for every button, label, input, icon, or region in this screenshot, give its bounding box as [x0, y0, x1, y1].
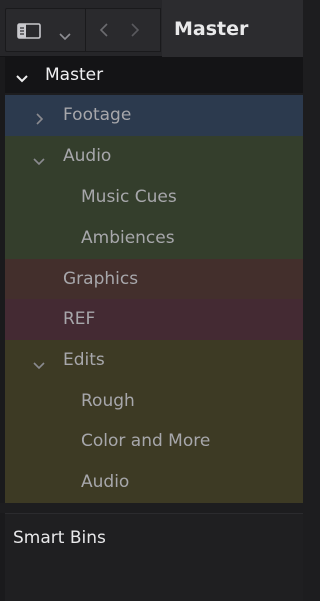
bin-label: Audio: [81, 472, 130, 492]
chevron-down-icon[interactable]: [15, 69, 29, 88]
bin-label: Rough: [81, 391, 135, 411]
bin-row-rough[interactable]: Rough: [5, 381, 303, 422]
bin-label: Graphics: [63, 269, 139, 289]
current-bin-title: Master: [174, 18, 249, 40]
bin-row-edits-audio[interactable]: Audio: [5, 462, 303, 503]
bin-row-audio[interactable]: Audio: [5, 136, 303, 177]
bin-row-color-and-more[interactable]: Color and More: [5, 421, 303, 462]
bin-row-ref[interactable]: REF: [5, 299, 303, 340]
bin-label: Music Cues: [81, 187, 177, 207]
bin-row-master[interactable]: Master: [5, 57, 303, 93]
bin-row-music-cues[interactable]: Music Cues: [5, 177, 303, 218]
view-toggle-group: [5, 8, 86, 52]
media-pool-bin-panel: Master Master Footage Audio Music Cues A…: [0, 0, 303, 601]
chevron-right-icon[interactable]: [130, 22, 140, 38]
chevron-down-icon[interactable]: [32, 356, 46, 375]
bin-label: REF: [63, 309, 96, 329]
bin-label: Audio: [63, 146, 112, 166]
bin-label: Ambiences: [81, 228, 175, 248]
bin-label: Footage: [63, 105, 132, 125]
bin-row-ambiences[interactable]: Ambiences: [5, 218, 303, 259]
bin-row-graphics[interactable]: Graphics: [5, 259, 303, 300]
bin-row-footage[interactable]: Footage: [5, 95, 303, 136]
section-divider: [0, 503, 303, 513]
smart-bins-header[interactable]: Smart Bins: [13, 527, 106, 549]
sidebar-panel-icon[interactable]: [17, 23, 41, 39]
chevron-down-icon[interactable]: [32, 152, 46, 171]
bin-label: Color and More: [81, 431, 211, 451]
history-nav-group: [86, 8, 161, 52]
bin-label: Edits: [63, 350, 105, 370]
chevron-left-icon[interactable]: [99, 22, 109, 38]
bin-toolbar: Master: [0, 0, 303, 57]
bin-row-edits[interactable]: Edits: [5, 340, 303, 381]
bin-label: Master: [45, 65, 104, 85]
chevron-right-icon[interactable]: [35, 110, 45, 129]
chevron-down-icon[interactable]: [58, 26, 72, 41]
